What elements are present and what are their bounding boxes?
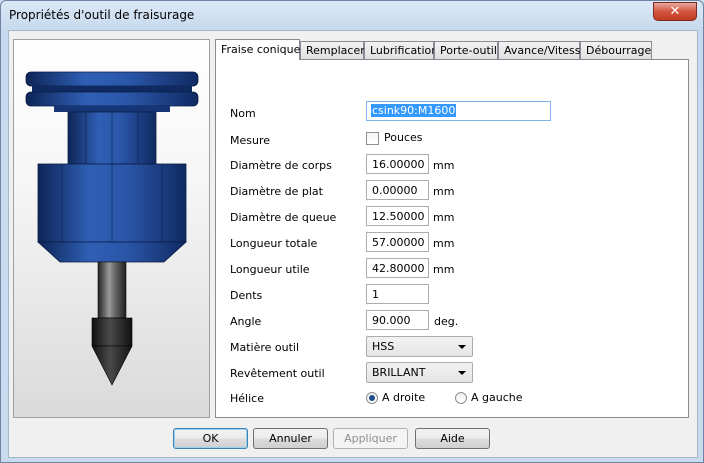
tab-panel-fraise-conique: Nom csink90:M1600 Mesure Pouces Diamètre…	[215, 59, 689, 418]
close-button[interactable]: ✕	[653, 2, 697, 21]
chevron-down-icon	[458, 371, 466, 375]
window-title: Propriétés d'outil de fraisurage	[9, 8, 195, 22]
useful-length-label: Longueur utile	[230, 263, 310, 276]
tab-lubrification[interactable]: Lubrification	[364, 41, 438, 59]
flat-diameter-label: Diamètre de plat	[230, 185, 323, 198]
chevron-down-icon	[458, 345, 466, 349]
ok-button[interactable]: OK	[173, 428, 248, 449]
useful-length-field[interactable]: 42.80000	[366, 258, 429, 278]
name-value: csink90:M1600	[371, 104, 457, 117]
inches-checkbox[interactable]	[366, 132, 379, 145]
dialog-client-area: Fraise conique Remplacer Lubrification P…	[8, 30, 698, 458]
tab-avance-vitesse[interactable]: Avance/Vitesse	[498, 41, 587, 59]
cancel-button[interactable]: Annuler	[253, 428, 328, 449]
tool-material-label: Matière outil	[230, 341, 300, 354]
helix-label: Hélice	[230, 392, 264, 405]
total-length-field[interactable]: 57.00000	[366, 232, 429, 252]
angle-label: Angle	[230, 315, 262, 328]
tab-debourrage[interactable]: Débourrage	[580, 41, 652, 59]
shank-diameter-unit: mm	[433, 211, 455, 224]
tool-coating-value: BRILLANT	[372, 366, 426, 379]
useful-length-unit: mm	[433, 263, 455, 276]
helix-left-label: A gauche	[471, 391, 523, 404]
tab-porte-outil[interactable]: Porte-outil	[434, 41, 498, 59]
teeth-field[interactable]: 1	[366, 284, 429, 304]
tool-preview-panel	[13, 39, 210, 418]
apply-button[interactable]: Appliquer	[333, 428, 408, 449]
tab-fraise-conique[interactable]: Fraise conique	[215, 39, 300, 60]
body-diameter-unit: mm	[433, 159, 455, 172]
flat-diameter-field[interactable]: 0.00000	[366, 180, 429, 200]
tool-coating-label: Revêtement outil	[230, 367, 325, 380]
dialog-window: Propriétés d'outil de fraisurage ✕ Frais…	[0, 0, 704, 463]
tool-material-select[interactable]: HSS	[366, 336, 473, 357]
body-diameter-field[interactable]: 16.00000	[366, 154, 429, 174]
close-icon: ✕	[669, 4, 681, 19]
countersink-tool-image	[25, 71, 199, 386]
tool-material-value: HSS	[372, 340, 395, 353]
title-bar[interactable]: Propriétés d'outil de fraisurage ✕	[1, 1, 703, 31]
help-button[interactable]: Aide	[415, 428, 490, 449]
inches-label: Pouces	[384, 131, 423, 144]
teeth-label: Dents	[230, 289, 263, 302]
helix-right-label: A droite	[382, 391, 426, 404]
total-length-unit: mm	[433, 237, 455, 250]
measure-label: Mesure	[230, 134, 271, 147]
body-diameter-label: Diamètre de corps	[230, 159, 332, 172]
tool-coating-select[interactable]: BRILLANT	[366, 362, 473, 383]
helix-left-radio[interactable]	[455, 392, 467, 404]
flat-diameter-unit: mm	[433, 185, 455, 198]
angle-field[interactable]: 90.000	[366, 310, 429, 330]
name-label: Nom	[230, 107, 256, 120]
tab-remplacer[interactable]: Remplacer	[300, 41, 365, 59]
helix-right-radio[interactable]	[366, 392, 378, 404]
shank-diameter-label: Diamètre de queue	[230, 211, 337, 224]
total-length-label: Longueur totale	[230, 237, 318, 250]
name-field[interactable]: csink90:M1600	[366, 101, 551, 121]
angle-unit: deg.	[434, 315, 459, 328]
shank-diameter-field[interactable]: 12.50000	[366, 206, 429, 226]
